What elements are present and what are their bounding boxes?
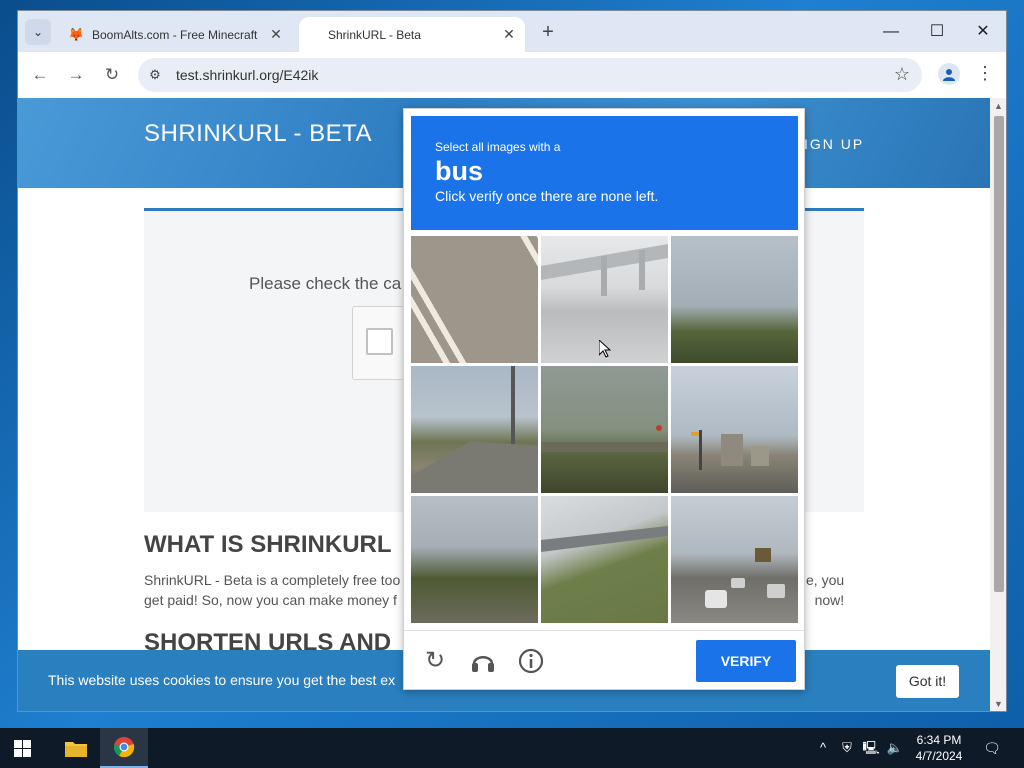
challenge-instruction: Click verify once there are none left. xyxy=(435,188,659,204)
bridge-graphic xyxy=(541,425,668,452)
close-tab-icon[interactable]: ✕ xyxy=(266,26,286,43)
new-tab-button[interactable]: + xyxy=(536,21,560,45)
chrome-icon xyxy=(113,737,135,758)
mouse-cursor-icon xyxy=(599,340,611,358)
scroll-up-icon[interactable]: ▲ xyxy=(994,101,1003,111)
challenge-header: Select all images with a bus Click verif… xyxy=(411,116,798,230)
tab-title: ShrinkURL - Beta xyxy=(328,27,421,42)
back-button[interactable]: ← xyxy=(28,64,52,88)
site-title[interactable]: SHRINKURL - BETA xyxy=(144,120,372,148)
what-paragraph-right: e, you now! xyxy=(806,570,844,610)
captcha-tile-street-buildings[interactable] xyxy=(671,366,798,493)
tab-strip: ⌄ 🦊 BoomAlts.com - Free Minecraft ✕ Shri… xyxy=(18,11,1006,52)
cookie-text: This website uses cookies to ensure you … xyxy=(48,672,396,688)
overpass-grass-graphic xyxy=(541,526,668,552)
profile-icon xyxy=(943,69,955,81)
captcha-tile-trees-sky[interactable] xyxy=(671,236,798,363)
clock-date: 4/7/2024 xyxy=(915,749,963,763)
check-prompt: Please check the ca xyxy=(249,274,402,293)
site-info-icon[interactable]: ⚙ xyxy=(146,66,164,84)
folder-icon xyxy=(65,742,87,757)
captcha-tile-overpass-grass[interactable] xyxy=(541,496,668,623)
url-text[interactable]: test.shrinkurl.org/E42ik xyxy=(176,67,318,83)
windows-start-icon[interactable] xyxy=(14,740,31,757)
signup-link[interactable]: IGN UP xyxy=(804,136,864,152)
captcha-challenge: Select all images with a bus Click verif… xyxy=(403,108,805,690)
audio-challenge-icon[interactable] xyxy=(469,647,497,675)
pole-graphic xyxy=(411,366,538,493)
volume-muted-icon[interactable]: 🔈 xyxy=(886,740,904,756)
chevron-down-icon: ⌄ xyxy=(32,25,44,39)
forward-button[interactable]: → xyxy=(64,64,88,88)
recaptcha-checkbox[interactable] xyxy=(366,328,393,355)
profile-button[interactable] xyxy=(938,63,960,85)
maximize-button[interactable]: ☐ xyxy=(914,19,960,45)
taskbar: ^ ⛨ 🖳 🔈 6:34 PM 4/7/2024 🗨 xyxy=(0,728,1024,768)
scroll-down-icon[interactable]: ▼ xyxy=(994,699,1003,709)
network-icon[interactable]: 🖳 xyxy=(862,740,880,756)
reload-challenge-icon[interactable]: ↻ xyxy=(421,647,449,675)
verify-button[interactable]: VERIFY xyxy=(696,640,796,682)
captcha-tile-trees-field[interactable] xyxy=(411,496,538,623)
cookie-accept-button[interactable]: Got it! xyxy=(896,665,959,698)
captcha-tile-road-pole[interactable] xyxy=(411,366,538,493)
challenge-select-text: Select all images with a xyxy=(435,140,561,154)
challenge-image-grid xyxy=(411,236,798,623)
tab-shrinkurl[interactable]: ShrinkURL - Beta ✕ xyxy=(299,17,525,52)
challenge-footer: ↻ VERIFY xyxy=(404,630,804,690)
minimize-button[interactable]: — xyxy=(868,19,914,45)
reload-button[interactable]: ↻ xyxy=(100,64,124,88)
tab-title: BoomAlts.com - Free Minecraft xyxy=(92,27,258,42)
fox-icon: 🦊 xyxy=(68,26,85,42)
notification-icon[interactable]: 🗨 xyxy=(982,738,1002,758)
scrollbar-thumb[interactable] xyxy=(994,116,1004,592)
clock-time: 6:34 PM xyxy=(916,733,962,747)
tab-search-button[interactable]: ⌄ xyxy=(25,19,51,45)
cars-graphic xyxy=(705,548,785,608)
what-right-1: e, you xyxy=(806,572,845,588)
what-right-2: now! xyxy=(814,592,845,608)
info-icon[interactable] xyxy=(517,647,545,675)
page-scrollbar[interactable]: ▲ ▼ xyxy=(990,98,1006,711)
close-tab-icon[interactable]: ✕ xyxy=(499,26,519,43)
address-bar[interactable]: ⚙ test.shrinkurl.org/E42ik ☆ xyxy=(138,58,922,92)
tab-boomalts[interactable]: 🦊 BoomAlts.com - Free Minecraft ✕ xyxy=(58,17,292,52)
what-heading: WHAT IS SHRINKURL xyxy=(144,531,392,558)
browser-menu-button[interactable]: ⋮ xyxy=(976,62,994,86)
chrome-taskbar-button[interactable] xyxy=(100,728,148,768)
file-explorer-button[interactable] xyxy=(52,728,100,768)
bookmark-star-icon[interactable]: ☆ xyxy=(894,64,910,85)
system-clock[interactable]: 6:34 PM 4/7/2024 xyxy=(908,732,970,764)
tray-chevron-up-icon[interactable]: ^ xyxy=(814,740,832,756)
buildings-graphic xyxy=(691,430,769,470)
security-alert-icon[interactable]: ⛨ xyxy=(838,740,856,756)
captcha-tile-bridge-trees[interactable] xyxy=(541,366,668,493)
close-window-button[interactable]: ✕ xyxy=(960,19,1006,45)
captcha-tile-street-cars[interactable] xyxy=(671,496,798,623)
challenge-target: bus xyxy=(435,156,484,186)
captcha-tile-road-lines[interactable] xyxy=(411,236,538,363)
browser-toolbar: ← → ↻ ⚙ test.shrinkurl.org/E42ik ☆ ⋮ xyxy=(18,52,1006,98)
